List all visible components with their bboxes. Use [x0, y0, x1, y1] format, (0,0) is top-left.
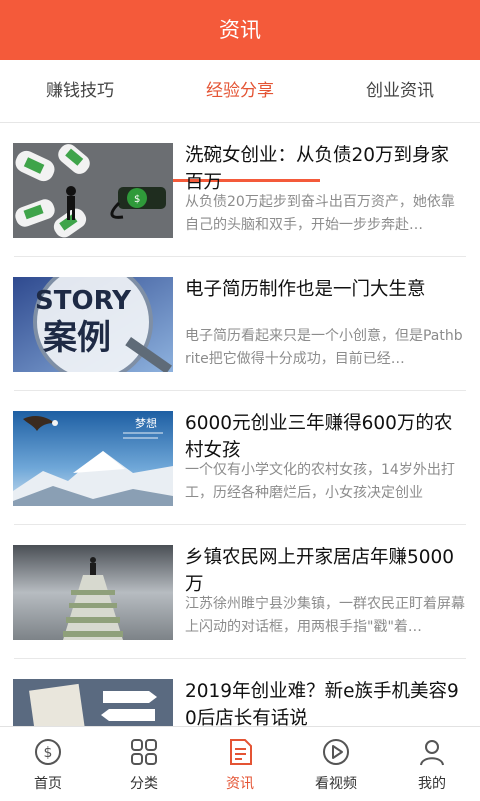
article-item[interactable]: STORY 案例 电子简历制作也是一门大生意 电子简历看起来只是一个小创意，但是… — [0, 257, 480, 391]
nav-video[interactable]: 看视频 — [288, 727, 384, 801]
nav-profile[interactable]: 我的 — [384, 727, 480, 801]
article-item[interactable]: 梦想 6000元创业三年赚得600万的农村女孩 一个仅有小学文化的农村女孩，14… — [0, 391, 480, 525]
article-item[interactable]: 乡镇农民网上开家居店年赚5000万 江苏徐州睢宁县沙集镇，一群农民正盯着屏幕上闪… — [0, 525, 480, 659]
article-item[interactable]: 2019年创业难？新e族手机美容90后店长有话说 — [0, 659, 480, 726]
article-thumbnail: $ — [13, 143, 173, 238]
article-title: 洗碗女创业：从负债20万到身家百万 — [185, 145, 450, 193]
dream-text: 梦想 — [135, 416, 157, 430]
article-title: 2019年创业难？新e族手机美容90后店长有话说 — [185, 681, 459, 726]
page-title: 资讯 — [219, 18, 261, 42]
play-circle-icon — [323, 739, 349, 765]
bottom-nav: $ 首页 分类 资讯 看视频 我的 — [0, 726, 480, 801]
nav-label: 看视频 — [315, 776, 357, 792]
top-bar: 资讯 — [0, 0, 480, 60]
article-thumbnail — [13, 545, 173, 640]
nav-news[interactable]: 资讯 — [192, 727, 288, 801]
nav-home[interactable]: $ 首页 — [0, 727, 96, 801]
article-title: 乡镇农民网上开家居店年赚5000万 — [185, 547, 455, 595]
nav-label: 资讯 — [226, 776, 254, 792]
svg-text:$: $ — [134, 194, 140, 205]
dollar-circle-icon: $ — [35, 739, 61, 765]
case-text: 案例 — [43, 318, 111, 358]
nav-category[interactable]: 分类 — [96, 727, 192, 801]
article-desc: 电子简历看起来只是一个小创意，但是Pathbrite把它做得十分成功，目前已经… — [185, 328, 463, 367]
tab-money-tips[interactable]: 赚钱技巧 — [0, 60, 160, 122]
story-text: STORY — [35, 286, 132, 316]
article-title: 电子简历制作也是一门大生意 — [185, 279, 426, 300]
tab-experience-sharing[interactable]: 经验分享 — [160, 60, 320, 122]
tab-startup-news[interactable]: 创业资讯 — [320, 60, 480, 122]
article-desc: 江苏徐州睢宁县沙集镇，一群农民正盯着屏幕上闪动的对话框，用两根手指"戳"着… — [185, 596, 465, 635]
article-thumbnail: 梦想 — [13, 411, 173, 506]
grid-icon — [131, 739, 157, 765]
article-list[interactable]: $ 洗碗女创业：从负债20万到身家百万 从负债20万起步到奋斗出百万资产，她依靠… — [0, 123, 480, 726]
user-icon — [420, 740, 444, 766]
article-desc: 一个仅有小学文化的农村女孩，14岁外出打工，历经各种磨烂后，小女孩决定创业 — [185, 462, 455, 501]
article-title: 6000元创业三年赚得600万的农村女孩 — [185, 413, 453, 461]
document-icon — [230, 739, 252, 765]
tab-bar: 赚钱技巧 经验分享 创业资讯 — [0, 60, 480, 182]
nav-label: 首页 — [34, 776, 62, 792]
article-thumbnail — [13, 679, 173, 726]
nav-label: 分类 — [130, 776, 158, 792]
svg-text:$: $ — [44, 745, 53, 761]
article-thumbnail: STORY 案例 — [13, 277, 173, 372]
nav-label: 我的 — [418, 776, 446, 792]
article-desc: 从负债20万起步到奋斗出百万资产，她依靠自己的头脑和双手，开始一步步奔赴… — [185, 194, 455, 233]
article-item[interactable]: $ 洗碗女创业：从负债20万到身家百万 从负债20万起步到奋斗出百万资产，她依靠… — [0, 123, 480, 257]
